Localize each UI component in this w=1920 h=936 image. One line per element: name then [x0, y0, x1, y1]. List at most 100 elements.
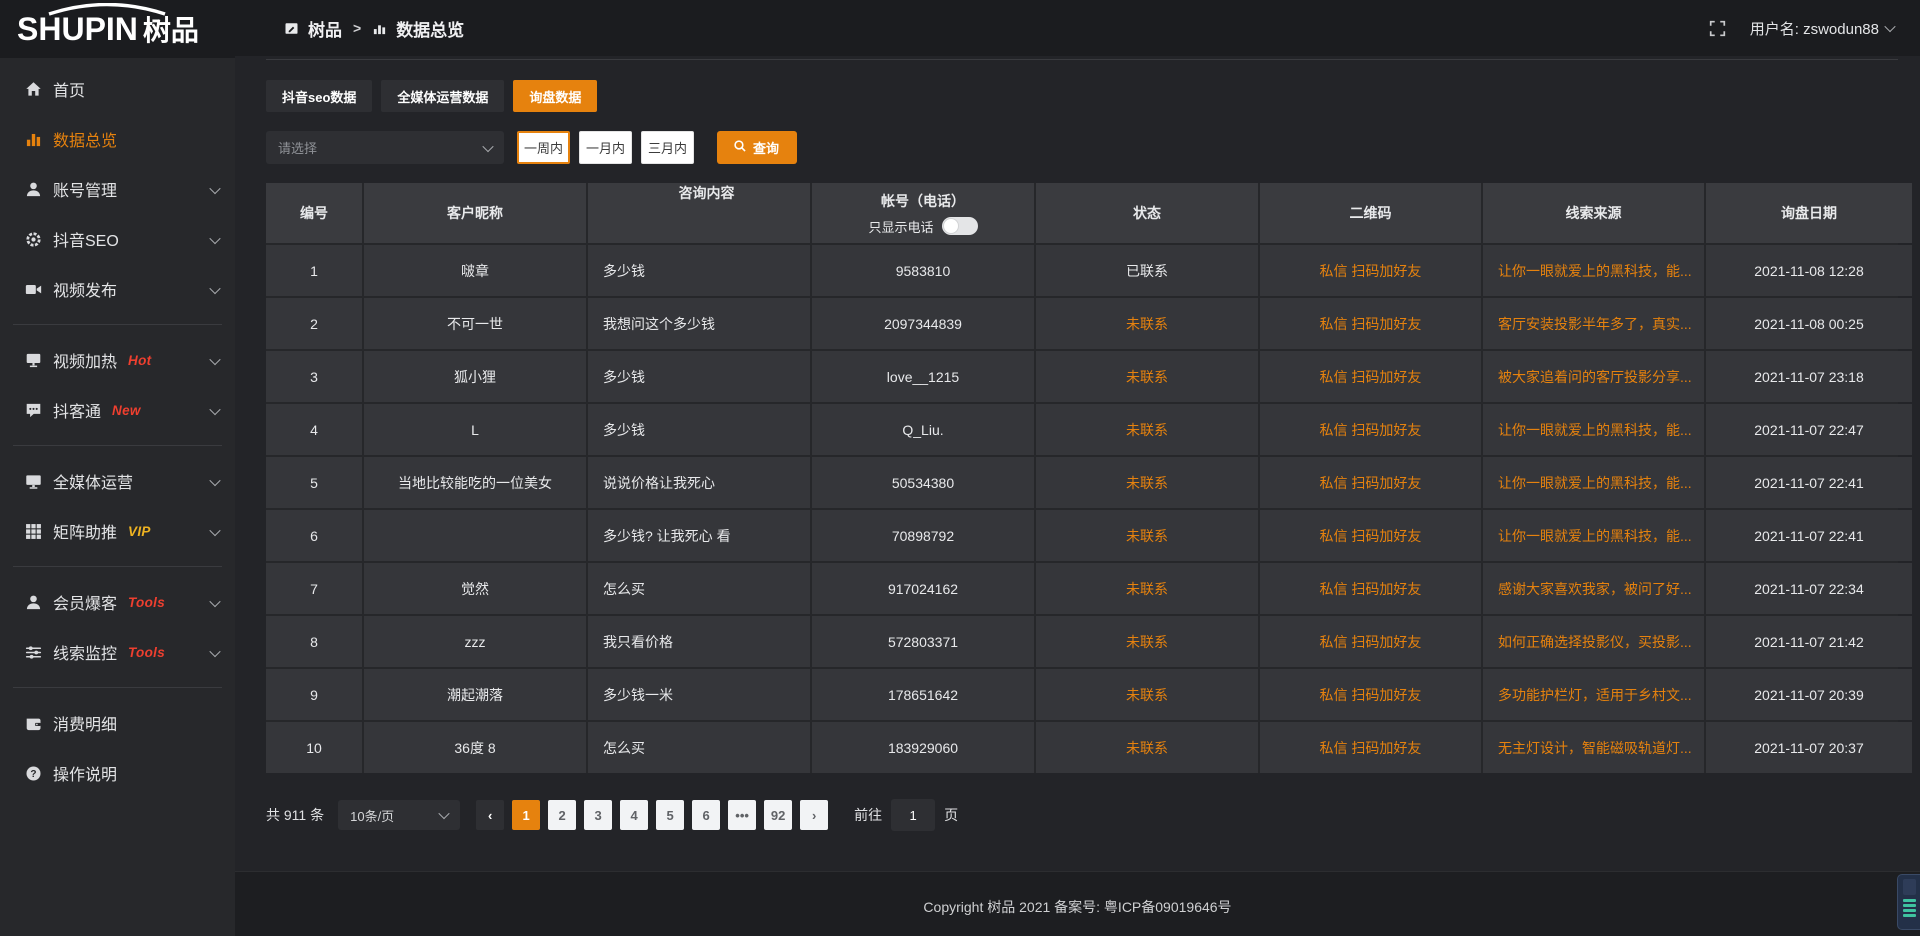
status-badge: 未联系	[1036, 404, 1258, 455]
chevron-down-icon	[209, 646, 220, 657]
range-button-1[interactable]: 一月内	[579, 131, 632, 164]
filter-select[interactable]: 请选择	[266, 131, 504, 164]
cell-date: 2021-11-07 20:37	[1706, 722, 1912, 773]
logo-arc	[46, 3, 168, 16]
page-button-6[interactable]: 6	[692, 800, 720, 830]
source-link[interactable]: 让你一眼就爱上的黑科技，能...	[1483, 404, 1704, 455]
qr-links[interactable]: 私信 扫码加好友	[1260, 457, 1481, 508]
page-button-group: 123456 ••• 92	[512, 800, 800, 830]
user-menu[interactable]: 用户名: zswodun88	[1750, 18, 1894, 39]
video-icon	[25, 281, 42, 298]
page-button-1[interactable]: 1	[512, 800, 540, 830]
toggle-knob	[943, 218, 959, 234]
chevron-down-icon	[209, 596, 220, 607]
source-link[interactable]: 让你一眼就爱上的黑科技，能...	[1483, 245, 1704, 296]
sidebar-item-12[interactable]: ? 操作说明	[0, 748, 235, 798]
sidebar-item-2[interactable]: 账号管理	[0, 164, 235, 214]
col-header-status: 状态	[1036, 183, 1258, 243]
qr-links[interactable]: 私信 扫码加好友	[1260, 404, 1481, 455]
tab-2[interactable]: 询盘数据	[513, 80, 597, 112]
sidebar-item-0[interactable]: 首页	[0, 64, 235, 114]
source-link[interactable]: 让你一眼就爱上的黑科技，能...	[1483, 457, 1704, 508]
cell-nickname: 潮起潮落	[364, 669, 586, 720]
source-link[interactable]: 多功能护栏灯，适用于乡村文...	[1483, 669, 1704, 720]
tab-1[interactable]: 全媒体运营数据	[381, 80, 504, 112]
quick-range-group: 一周内一月内三月内	[517, 131, 703, 164]
page-button-2[interactable]: 2	[548, 800, 576, 830]
cell-no: 8	[266, 616, 362, 667]
next-page-button[interactable]: ›	[800, 800, 828, 830]
source-link[interactable]: 客厅安装投影半年多了，真实...	[1483, 298, 1704, 349]
page-button-3[interactable]: 3	[584, 800, 612, 830]
range-button-2[interactable]: 三月内	[641, 131, 694, 164]
sidebar-item-3[interactable]: 抖音SEO	[0, 214, 235, 264]
help-icon: ?	[25, 765, 42, 782]
sidebar-item-6[interactable]: 抖客通 New	[0, 385, 235, 435]
cell-date: 2021-11-08 12:28	[1706, 245, 1912, 296]
data-tabs: 抖音seo数据全媒体运营数据询盘数据	[266, 80, 606, 112]
qr-links[interactable]: 私信 扫码加好友	[1260, 245, 1481, 296]
page-size-value: 10条/页	[350, 806, 394, 825]
cell-nickname: 当地比较能吃的一位美女	[364, 457, 586, 508]
goto-label: 前往	[854, 805, 882, 825]
cell-no: 10	[266, 722, 362, 773]
page-button-5[interactable]: 5	[656, 800, 684, 830]
qr-links[interactable]: 私信 扫码加好友	[1260, 563, 1481, 614]
qr-links[interactable]: 私信 扫码加好友	[1260, 669, 1481, 720]
cell-no: 9	[266, 669, 362, 720]
fullscreen-icon[interactable]	[1709, 20, 1726, 37]
sidebar-item-7[interactable]: 全媒体运营	[0, 456, 235, 506]
prev-page-button[interactable]: ‹	[476, 800, 504, 830]
sidebar-item-11[interactable]: 消费明细	[0, 698, 235, 748]
qr-links[interactable]: 私信 扫码加好友	[1260, 298, 1481, 349]
range-button-0[interactable]: 一周内	[517, 131, 570, 164]
qr-links[interactable]: 私信 扫码加好友	[1260, 510, 1481, 561]
cell-nickname: zzz	[364, 616, 586, 667]
page-size-select[interactable]: 10条/页	[338, 800, 460, 830]
chevron-down-icon	[438, 808, 449, 819]
cell-content: 怎么买	[588, 722, 810, 773]
source-link[interactable]: 让你一眼就爱上的黑科技，能...	[1483, 510, 1704, 561]
source-link[interactable]: 感谢大家喜欢我家，被问了好...	[1483, 563, 1704, 614]
tab-0[interactable]: 抖音seo数据	[266, 80, 372, 112]
qr-links[interactable]: 私信 扫码加好友	[1260, 722, 1481, 773]
cell-date: 2021-11-07 21:42	[1706, 616, 1912, 667]
source-link[interactable]: 被大家追着问的客厅投影分享...	[1483, 351, 1704, 402]
phone-only-toggle[interactable]	[942, 217, 978, 235]
status-badge: 未联系	[1036, 669, 1258, 720]
col-header-content: 咨询内容	[588, 183, 810, 243]
sidebar-item-1[interactable]: 数据总览	[0, 114, 235, 164]
cell-content: 说说价格让我死心	[588, 457, 810, 508]
cell-account: 917024162	[812, 563, 1034, 614]
copyright-text: Copyright 树品 2021 备案号: 粤ICP备09019646号	[235, 872, 1920, 917]
sidebar-item-9[interactable]: 会员爆客 Tools	[0, 577, 235, 627]
sidebar-item-8[interactable]: 矩阵助推 VIP	[0, 506, 235, 556]
sidebar-item-10[interactable]: 线索监控 Tools	[0, 627, 235, 677]
page-button-4[interactable]: 4	[620, 800, 648, 830]
menu-badge: Tools	[128, 645, 165, 660]
menu-badge: Hot	[128, 353, 151, 368]
qr-links[interactable]: 私信 扫码加好友	[1260, 616, 1481, 667]
source-link[interactable]: 无主灯设计，智能磁吸轨道灯...	[1483, 722, 1704, 773]
inquiry-table: 编号 客户昵称 咨询内容 帐号（电话） 只显示电话 状态 二维码 线索来源 询盘…	[266, 183, 1898, 773]
goto-page-input[interactable]	[891, 799, 935, 831]
cell-nickname: 36度 8	[364, 722, 586, 773]
sidebar-item-4[interactable]: 视频发布	[0, 264, 235, 314]
cell-nickname: 啵章	[364, 245, 586, 296]
source-link[interactable]: 如何正确选择投影仪，买投影...	[1483, 616, 1704, 667]
cell-date: 2021-11-07 22:47	[1706, 404, 1912, 455]
col-header-date: 询盘日期	[1706, 183, 1912, 243]
page-ellipsis-button[interactable]: •••	[728, 800, 756, 830]
col-header-source: 线索来源	[1483, 183, 1704, 243]
search-button[interactable]: 查询	[717, 131, 797, 164]
col-header-qrcode: 二维码	[1260, 183, 1481, 243]
cell-nickname: L	[364, 404, 586, 455]
breadcrumb-item-home[interactable]: 树品	[308, 16, 342, 41]
chevron-down-icon	[209, 475, 220, 486]
page-button-92[interactable]: 92	[764, 800, 792, 830]
content-divider	[266, 59, 1898, 60]
qr-links[interactable]: 私信 扫码加好友	[1260, 351, 1481, 402]
chat-widget[interactable]	[1897, 874, 1920, 930]
cell-account: 572803371	[812, 616, 1034, 667]
sidebar-item-5[interactable]: 视频加热 Hot	[0, 335, 235, 385]
